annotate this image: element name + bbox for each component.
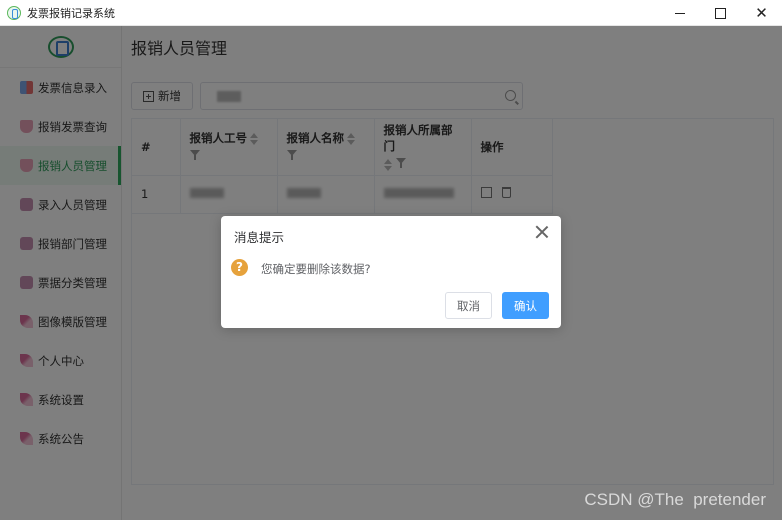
app-icon [7,5,21,20]
dialog-title: 消息提示 [234,230,285,245]
close-icon[interactable] [535,225,549,239]
cancel-button[interactable]: 取消 [445,292,492,319]
watermark: CSDN @The pretender [584,490,766,509]
minimize-button[interactable] [659,0,700,26]
confirm-button[interactable]: 确认 [502,292,549,319]
window-controls: ✕ [659,0,782,26]
window-titlebar: 发票报销记录系统 ✕ [0,0,782,26]
maximize-button[interactable] [700,0,741,26]
window-title: 发票报销记录系统 [27,6,115,20]
warning-icon: ? [231,259,248,276]
confirm-dialog: 消息提示 ? 您确定要删除该数据? 取消 确认 [221,216,561,328]
close-window-button[interactable]: ✕ [741,0,782,26]
dialog-message: 您确定要删除该数据? [261,262,371,276]
